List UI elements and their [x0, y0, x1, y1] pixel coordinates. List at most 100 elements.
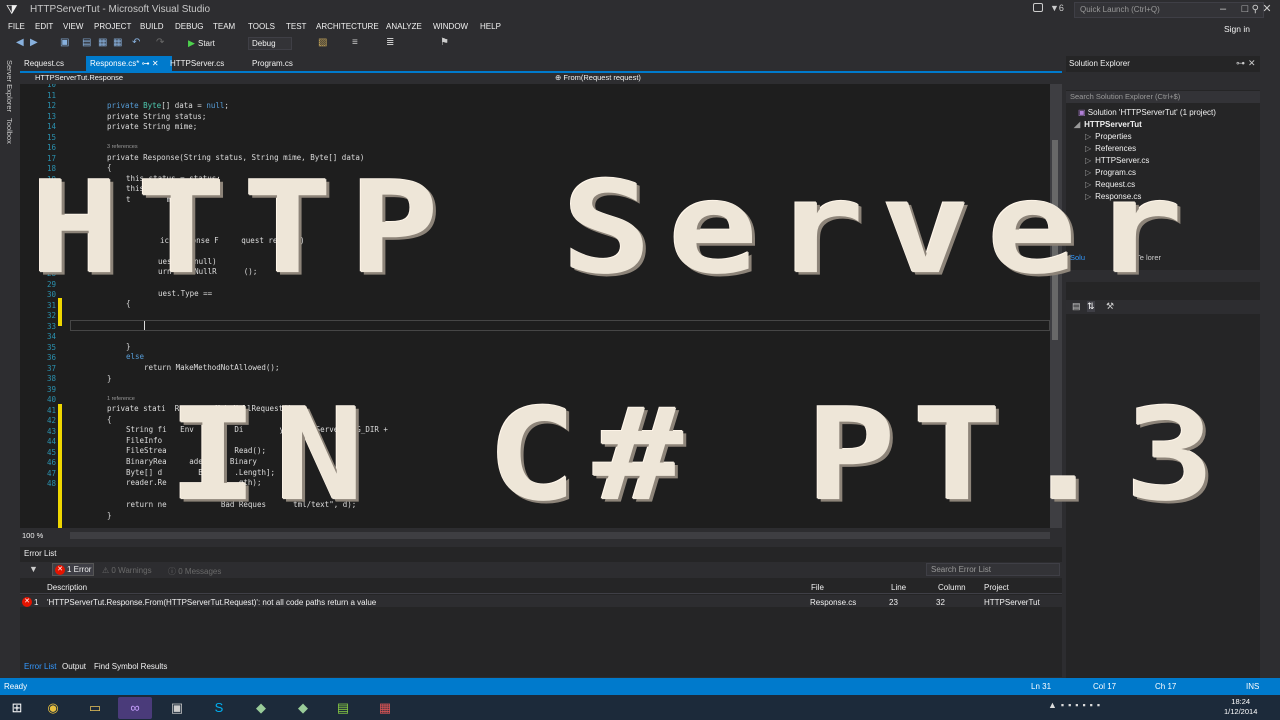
solution-configuration-select[interactable]: Debug: [248, 37, 292, 50]
sign-in-link[interactable]: Sign in: [1224, 24, 1250, 34]
collapse-icon[interactable]: ▷: [1085, 132, 1091, 141]
notepad-icon[interactable]: ▤: [326, 697, 360, 719]
back-icon[interactable]: ◀: [16, 37, 24, 48]
file-explorer-icon[interactable]: ▭: [78, 697, 112, 719]
menu-window[interactable]: WINDOW: [433, 22, 468, 31]
line-number: 10: [46, 84, 56, 89]
chrome-icon[interactable]: ◉: [36, 697, 70, 719]
system-tray-icons[interactable]: ▲▪▪▪▪▪▪: [1048, 700, 1104, 710]
line-number: 45: [46, 447, 56, 457]
code-line-48: }: [107, 511, 112, 520]
comment-icon[interactable]: ≣: [386, 37, 394, 48]
code-line-12: private String status;: [107, 112, 207, 121]
start-play-icon[interactable]: ▶: [188, 38, 195, 49]
tree-solution[interactable]: ▣ Solution 'HTTPServerTut' (1 project): [1078, 108, 1216, 117]
line-number: 41: [46, 405, 56, 415]
error-list-search-placeholder: Search Error List: [931, 565, 992, 574]
status-char: Ch 17: [1155, 682, 1177, 691]
member-dropdown[interactable]: ⊕ From(Request request): [555, 73, 641, 82]
app-icon[interactable]: ▣: [160, 697, 194, 719]
code-line-41: FileInfo: [126, 436, 163, 445]
menu-architecture[interactable]: ARCHITECTURE: [316, 22, 379, 31]
editor-horizontal-scrollbar[interactable]: [70, 532, 1050, 539]
new-project-icon[interactable]: ▣: [60, 37, 69, 48]
filter-icon[interactable]: ▼: [29, 564, 38, 574]
windows-start-icon[interactable]: ⊞: [0, 697, 34, 719]
server-explorer-tab[interactable]: Server Explorer: [5, 60, 14, 112]
tab-request-cs[interactable]: Request.cs: [20, 56, 68, 71]
format-icon[interactable]: ≡: [352, 37, 358, 48]
app-icon[interactable]: ◆: [286, 697, 320, 719]
menu-build[interactable]: BUILD: [140, 22, 164, 31]
code-line-36: }: [107, 374, 112, 383]
pin-icon[interactable]: ⊶: [1236, 58, 1245, 69]
tab-find-symbol-results[interactable]: Find Symbol Results: [94, 662, 167, 671]
menu-tools[interactable]: TOOLS: [248, 22, 275, 31]
menu-view[interactable]: VIEW: [63, 22, 83, 31]
menu-team[interactable]: TEAM: [213, 22, 235, 31]
feedback-badge[interactable]: ▼6: [1050, 3, 1064, 13]
column-project[interactable]: Project: [984, 583, 1009, 592]
line-number: 34: [46, 332, 56, 341]
menu-project[interactable]: PROJECT: [94, 22, 131, 31]
toolbox-tab[interactable]: Toolbox: [5, 118, 14, 144]
tab-error-list[interactable]: Error List: [24, 662, 56, 671]
messages-filter-button[interactable]: ⓘ 0 Messages: [168, 566, 221, 577]
maximize-button[interactable]: □: [1234, 0, 1256, 20]
menu-analyze[interactable]: ANALYZE: [386, 22, 422, 31]
line-number: 36: [46, 353, 56, 362]
app-icon[interactable]: ◆: [244, 697, 278, 719]
line-number: 46: [46, 458, 56, 467]
bookmark-icon[interactable]: ⚑: [440, 37, 449, 48]
error-file: Response.cs: [810, 598, 857, 607]
column-column[interactable]: Column: [938, 583, 966, 592]
notification-icon[interactable]: [1033, 3, 1043, 12]
start-button[interactable]: Start: [198, 39, 215, 48]
column-file[interactable]: File: [811, 583, 824, 592]
tab-response-cs[interactable]: Response.cs* ⊶ ✕: [86, 56, 172, 71]
close-icon[interactable]: ✕: [1248, 58, 1256, 69]
redo-icon[interactable]: ↷: [156, 37, 164, 48]
line-number: 47: [46, 468, 56, 478]
zoom-level[interactable]: 100 %: [22, 531, 43, 540]
forward-icon[interactable]: ▶: [30, 37, 38, 48]
tree-item[interactable]: ▷ Properties: [1085, 132, 1132, 141]
tab-output[interactable]: Output: [62, 662, 86, 671]
codelens-references[interactable]: 3 references: [107, 144, 138, 150]
menu-edit[interactable]: EDIT: [35, 22, 53, 31]
undo-icon[interactable]: ↶: [132, 37, 140, 48]
menu-test[interactable]: TEST: [286, 22, 306, 31]
codelens-references[interactable]: 1 reference: [107, 396, 135, 402]
tab-httpserver-cs[interactable]: HTTPServer.cs: [166, 56, 228, 71]
skype-icon[interactable]: S: [202, 697, 236, 719]
tree-project[interactable]: ◢ HTTPServerTut: [1074, 120, 1142, 129]
column-line[interactable]: Line: [891, 583, 906, 592]
open-icon[interactable]: ▤: [82, 37, 91, 48]
save-all-icon[interactable]: ▦: [113, 37, 122, 48]
tree-item[interactable]: ▷ References: [1085, 144, 1136, 153]
app-icon[interactable]: ▦: [368, 697, 402, 719]
save-icon[interactable]: ▦: [98, 37, 107, 48]
type-dropdown[interactable]: HTTPServerTut.Response: [35, 73, 123, 82]
tab-program-cs[interactable]: Program.cs: [248, 56, 297, 71]
visual-studio-icon[interactable]: ∞: [118, 697, 152, 719]
attach-icon[interactable]: ▧: [318, 37, 327, 48]
tab-close-icon[interactable]: ✕: [152, 59, 159, 68]
error-list-search-input[interactable]: Search Error List: [926, 563, 1060, 576]
error-project: HTTPServerTut: [984, 598, 1040, 607]
expand-icon[interactable]: ◢: [1074, 120, 1080, 129]
column-description[interactable]: Description: [47, 583, 87, 592]
code-line-35: return MakeMethodNotAllowed();: [144, 363, 280, 372]
solution-explorer-search-input[interactable]: Search Solution Explorer (Ctrl+$): [1066, 91, 1260, 103]
warnings-filter-button[interactable]: ⚠ 0 Warnings: [102, 566, 152, 575]
close-button[interactable]: ✕: [1256, 0, 1278, 20]
minimize-button[interactable]: –: [1212, 0, 1234, 20]
menu-file[interactable]: FILE: [8, 22, 25, 31]
taskbar-clock[interactable]: 18:24 1/12/2014: [1224, 697, 1257, 717]
menu-debug[interactable]: DEBUG: [175, 22, 203, 31]
line-number: 42: [46, 416, 56, 425]
collapse-icon[interactable]: ▷: [1085, 144, 1091, 153]
menu-help[interactable]: HELP: [480, 22, 501, 31]
pin-icon[interactable]: ⊶: [142, 59, 150, 68]
warnings-filter-label: 0 Warnings: [111, 566, 152, 575]
